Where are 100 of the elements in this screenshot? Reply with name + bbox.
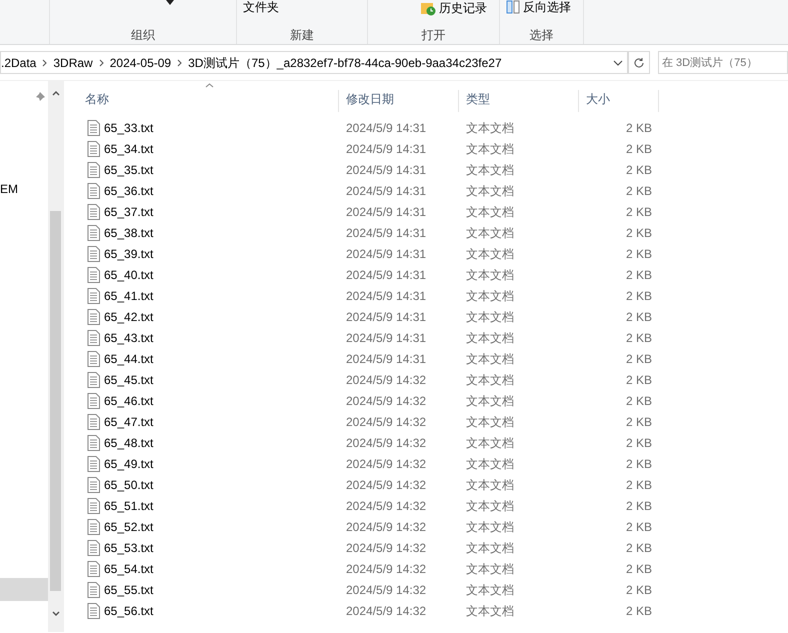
scrollbar-thumb[interactable]	[50, 211, 61, 591]
file-row[interactable]: 65_41.txt 2024/5/9 14:31 文本文档 2 KB	[78, 285, 788, 306]
scroll-down-icon[interactable]	[52, 611, 60, 616]
file-row[interactable]: 65_46.txt 2024/5/9 14:32 文本文档 2 KB	[78, 390, 788, 411]
text-file-icon	[87, 162, 100, 178]
file-name: 65_42.txt	[104, 308, 154, 326]
file-size: 2 KB	[624, 518, 652, 536]
modified-date: 2024/5/9 14:31	[345, 162, 428, 178]
file-name: 65_41.txt	[104, 288, 154, 304]
breadcrumb-item[interactable]: 2024-05-09	[104, 54, 178, 72]
file-size: 2 KB	[624, 392, 652, 410]
file-row[interactable]: 65_34.txt 2024/5/9 14:31 文本文档 2 KB	[78, 138, 788, 159]
file-row[interactable]: 65_37.txt 2024/5/9 14:31 文本文档 2 KB	[78, 201, 788, 222]
file-row[interactable]: 65_39.txt 2024/5/9 14:31 文本文档 2 KB	[78, 243, 788, 264]
file-name: 65_39.txt	[104, 246, 154, 262]
file-type: 文本文档	[465, 288, 515, 304]
ribbon-group-label: 组织	[130, 28, 156, 42]
modified-date: 2024/5/9 14:32	[345, 540, 428, 556]
file-row[interactable]: 65_38.txt 2024/5/9 14:31 文本文档 2 KB	[78, 222, 788, 243]
caret-icon	[166, 0, 174, 6]
file-size: 2 KB	[624, 308, 652, 326]
file-name: 65_53.txt	[104, 540, 154, 556]
file-row[interactable]: 65_35.txt 2024/5/9 14:31 文本文档 2 KB	[78, 159, 788, 180]
ribbon-command[interactable]: 反向选择	[506, 0, 571, 14]
file-size: 2 KB	[624, 560, 652, 578]
nav-item[interactable]: EM	[0, 178, 48, 201]
file-row[interactable]: 65_55.txt 2024/5/9 14:32 文本文档 2 KB	[78, 579, 788, 600]
chevron-right-icon	[42, 58, 48, 66]
text-file-icon	[87, 266, 100, 282]
file-row[interactable]: 65_51.txt 2024/5/9 14:32 文本文档 2 KB	[78, 495, 788, 516]
text-file-icon	[87, 224, 100, 240]
file-row[interactable]: 65_44.txt 2024/5/9 14:31 文本文档 2 KB	[78, 348, 788, 369]
file-size: 2 KB	[624, 498, 652, 514]
text-file-icon	[87, 540, 100, 556]
file-name: 65_52.txt	[104, 518, 154, 536]
modified-date: 2024/5/9 14:32	[345, 476, 428, 494]
text-file-icon	[87, 518, 100, 534]
breadcrumb-item[interactable]: 3D测试片（75）_a2832ef7-bf78-44ca-90eb-9aa34c23fe27	[182, 54, 508, 72]
scroll-up-icon[interactable]	[52, 91, 60, 96]
file-row[interactable]: 65_54.txt 2024/5/9 14:32 文本文档 2 KB	[78, 558, 788, 579]
file-name: 65_55.txt	[104, 582, 154, 598]
file-row[interactable]: 65_49.txt 2024/5/9 14:32 文本文档 2 KB	[78, 453, 788, 474]
file-name: 65_51.txt	[104, 498, 154, 514]
breadcrumb-item[interactable]: 3DRaw	[47, 54, 99, 72]
file-row[interactable]: 65_48.txt 2024/5/9 14:32 文本文档 2 KB	[78, 432, 788, 453]
file-row[interactable]: 65_47.txt 2024/5/9 14:32 文本文档 2 KB	[78, 411, 788, 432]
file-size: 2 KB	[624, 224, 652, 242]
column-header[interactable]: 修改日期	[339, 90, 459, 112]
file-size: 2 KB	[624, 476, 652, 494]
file-row[interactable]: 65_42.txt 2024/5/9 14:31 文本文档 2 KB	[78, 306, 788, 327]
file-type: 文本文档	[465, 224, 515, 242]
file-row[interactable]: 65_53.txt 2024/5/9 14:32 文本文档 2 KB	[78, 537, 788, 558]
modified-date: 2024/5/9 14:32	[345, 518, 428, 536]
text-file-icon	[87, 434, 100, 450]
file-type: 文本文档	[465, 476, 515, 494]
file-row[interactable]: 65_56.txt 2024/5/9 14:32 文本文档 2 KB	[78, 600, 788, 621]
file-row[interactable]: 65_33.txt 2024/5/9 14:31 文本文档 2 KB	[78, 117, 788, 138]
file-name: 65_43.txt	[104, 330, 154, 346]
scrollbar[interactable]	[48, 81, 64, 632]
file-row[interactable]: 65_50.txt 2024/5/9 14:32 文本文档 2 KB	[78, 474, 788, 495]
sort-up-icon[interactable]	[205, 83, 214, 88]
file-size: 2 KB	[624, 120, 652, 136]
file-type: 文本文档	[465, 602, 515, 620]
text-file-icon	[87, 456, 100, 472]
file-name: 65_47.txt	[104, 414, 154, 430]
modified-date: 2024/5/9 14:31	[345, 120, 428, 136]
text-file-icon	[87, 414, 100, 430]
file-row[interactable]: 65_52.txt 2024/5/9 14:32 文本文档 2 KB	[78, 516, 788, 537]
file-row[interactable]: 65_45.txt 2024/5/9 14:32 文本文档 2 KB	[78, 369, 788, 390]
file-name: 65_37.txt	[104, 204, 154, 220]
column-header[interactable]: 类型	[459, 90, 579, 112]
file-size: 2 KB	[624, 456, 652, 472]
file-type: 文本文档	[465, 456, 515, 472]
breadcrumb-item[interactable]: .2Data	[1, 54, 42, 72]
text-file-icon	[87, 392, 100, 408]
file-type: 文本文档	[465, 120, 515, 136]
ribbon-command[interactable]: 文件夹	[243, 0, 279, 14]
column-header[interactable]: 名称	[78, 90, 339, 112]
file-name: 65_49.txt	[104, 456, 154, 472]
search-field[interactable]: 在 3D测试片（75）	[658, 51, 788, 74]
modified-date: 2024/5/9 14:31	[345, 204, 428, 220]
file-type: 文本文档	[465, 204, 515, 220]
chevron-down-icon[interactable]	[613, 60, 623, 66]
chevron-right-icon	[177, 58, 182, 66]
text-file-icon	[87, 372, 100, 388]
file-row[interactable]: 65_40.txt 2024/5/9 14:31 文本文档 2 KB	[78, 264, 788, 285]
file-row[interactable]: 65_43.txt 2024/5/9 14:31 文本文档 2 KB	[78, 327, 788, 348]
file-type: 文本文档	[465, 414, 515, 430]
ribbon-command[interactable]: 历史记录	[420, 0, 487, 16]
address-bar[interactable]: .2Data 3DRaw 2024-05-09 3D测试片（75）_a2832ef7-bf78-44ca-90eb-9aa34c23fe27	[0, 51, 628, 74]
file-type: 文本文档	[465, 560, 515, 578]
file-type: 文本文档	[465, 540, 515, 556]
file-size: 2 KB	[624, 140, 652, 158]
column-header[interactable]: 大小	[579, 90, 659, 112]
file-name: 65_45.txt	[104, 372, 154, 388]
modified-date: 2024/5/9 14:32	[345, 392, 428, 410]
file-size: 2 KB	[624, 182, 652, 200]
text-file-icon	[87, 330, 100, 346]
refresh-button[interactable]	[628, 51, 650, 74]
file-row[interactable]: 65_36.txt 2024/5/9 14:31 文本文档 2 KB	[78, 180, 788, 201]
